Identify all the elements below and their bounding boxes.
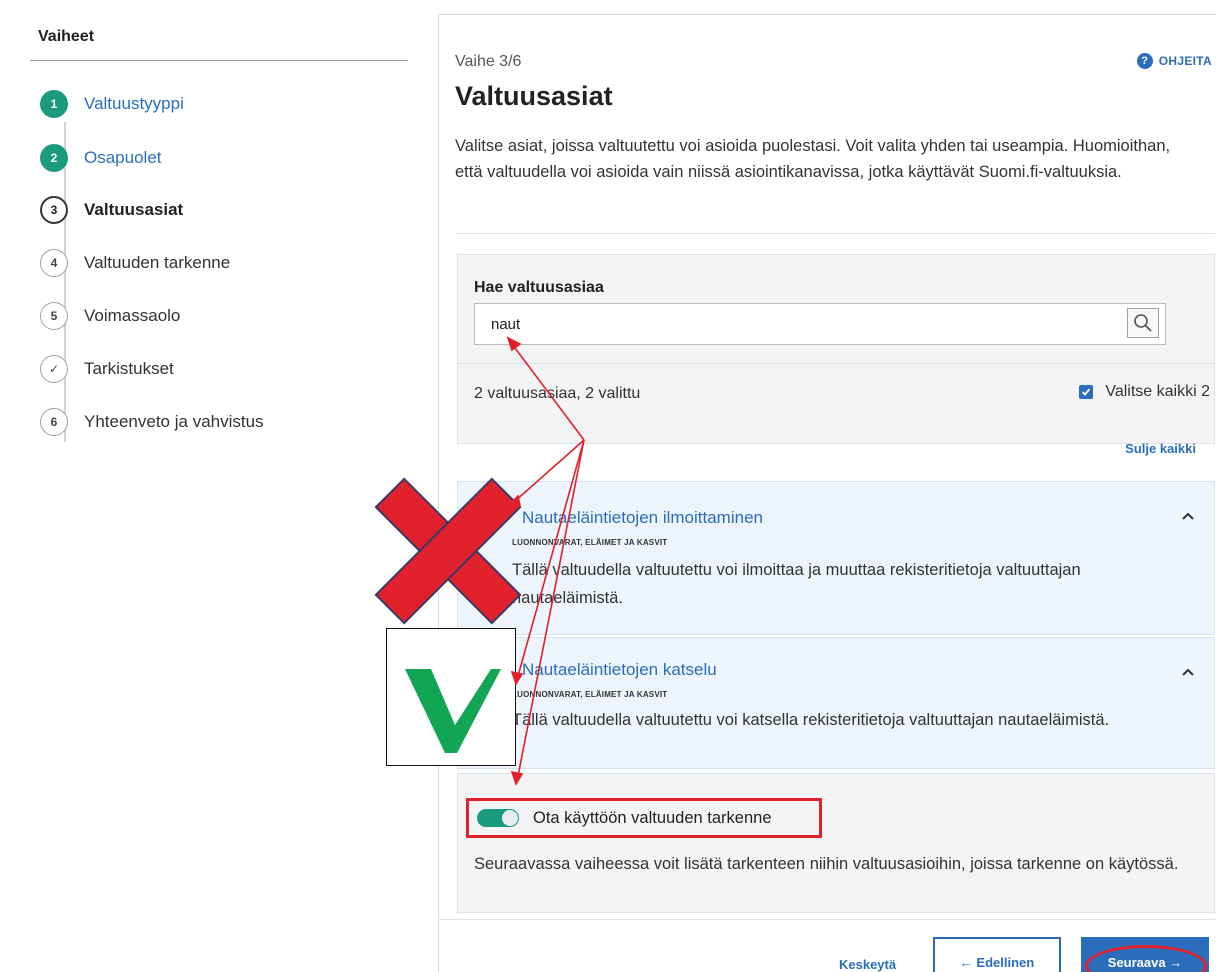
step-marker: 3 bbox=[40, 196, 68, 224]
close-all-link[interactable]: Sulje kaikki bbox=[1125, 441, 1196, 456]
checkmark-annotation-box bbox=[386, 628, 516, 766]
step-item-tarkistukset: ✓ Tarkistukset bbox=[40, 351, 174, 387]
search-field bbox=[474, 303, 1166, 345]
item-category: LUONNONVARAT, ELÄIMET JA KASVIT bbox=[512, 690, 668, 699]
previous-button[interactable]: ← Edellinen bbox=[933, 937, 1061, 972]
step-label: Voimassaolo bbox=[84, 306, 181, 325]
toggle-knob bbox=[502, 810, 518, 826]
toggle-label: Ota käyttöön valtuuden tarkenne bbox=[533, 808, 772, 827]
step-label: Osapuolet bbox=[84, 148, 162, 167]
search-label: Hae valtuusasiaa bbox=[474, 279, 604, 296]
step-marker-check: ✓ bbox=[40, 355, 68, 383]
step-item-voimassaolo: 5 Voimassaolo bbox=[40, 298, 180, 334]
step-label: Valtuuden tarkenne bbox=[84, 253, 231, 272]
toggle-description: Seuraavassa vaiheessa voit lisätä tarken… bbox=[474, 855, 1179, 873]
select-all-checkbox[interactable]: Valitse kaikki 2 bbox=[1079, 383, 1210, 401]
checkbox-checked-icon bbox=[1079, 385, 1094, 399]
footer-divider bbox=[439, 919, 1216, 920]
steps-sidebar: Vaiheet 1 Valtuustyyppi 2 Osapuolet 3 Va… bbox=[30, 0, 408, 972]
search-input[interactable] bbox=[475, 304, 1125, 344]
phase-indicator: Vaihe 3/6 bbox=[455, 53, 522, 70]
step-label: Tarkistukset bbox=[84, 359, 174, 378]
step-label: Valtuusasiat bbox=[84, 200, 184, 219]
main-panel: Vaihe 3/6 ? OHJEITA Valtuusasiat Valitse… bbox=[438, 14, 1216, 972]
page-title: Valtuusasiat bbox=[455, 81, 613, 111]
step-marker: 5 bbox=[40, 302, 68, 330]
step-item-yhteenveto: 6 Yhteenveto ja vahvistus bbox=[40, 404, 264, 440]
search-button[interactable] bbox=[1127, 308, 1159, 338]
item-description: Tällä valtuudella valtuutettu voi katsel… bbox=[512, 711, 1110, 729]
step-marker: 6 bbox=[40, 408, 68, 436]
step-marker: 2 bbox=[40, 144, 68, 172]
step-item-valtuuden-tarkenne: 4 Valtuuden tarkenne bbox=[40, 245, 230, 281]
sidebar-title: Vaiheet bbox=[38, 28, 95, 45]
step-item-valtuustyyppi[interactable]: 1 Valtuustyyppi bbox=[40, 86, 184, 122]
refinement-toggle-highlight: Ota käyttöön valtuuden tarkenne bbox=[466, 798, 822, 838]
result-count: 2 valtuusasiaa, 2 valittu bbox=[474, 385, 641, 402]
authorization-item[interactable]: Nautaeläintietojen ilmoittaminen LUONNON… bbox=[457, 481, 1215, 635]
item-title[interactable]: Nautaeläintietojen katselu bbox=[522, 660, 717, 680]
step-label: Valtuustyyppi bbox=[84, 94, 184, 113]
chevron-up-icon[interactable] bbox=[1180, 508, 1196, 524]
item-title[interactable]: Nautaeläintietojen ilmoittaminen bbox=[522, 508, 763, 528]
result-divider bbox=[458, 363, 1214, 364]
intro-divider bbox=[455, 233, 1215, 234]
step-item-osapuolet[interactable]: 2 Osapuolet bbox=[40, 140, 162, 176]
sidebar-divider bbox=[30, 60, 408, 61]
help-label: OHJEITA bbox=[1158, 54, 1212, 68]
step-marker: 4 bbox=[40, 249, 68, 277]
cancel-button[interactable]: Keskeytä bbox=[839, 957, 896, 972]
refinement-toggle[interactable] bbox=[477, 809, 519, 827]
refinement-section: Ota käyttöön valtuuden tarkenne Seuraava… bbox=[457, 773, 1215, 913]
step-item-valtuusasiat: 3 Valtuusasiat bbox=[40, 192, 183, 228]
search-section: Hae valtuusasiaa 2 valtuusasiaa, 2 valit… bbox=[457, 254, 1215, 444]
item-category: LUONNONVARAT, ELÄIMET JA KASVIT bbox=[512, 538, 668, 547]
search-icon bbox=[1134, 314, 1152, 332]
step-marker: 1 bbox=[40, 90, 68, 118]
intro-text: Valitse asiat, joissa valtuutettu voi as… bbox=[455, 137, 1171, 181]
green-check-icon bbox=[405, 669, 501, 753]
help-link[interactable]: ? OHJEITA bbox=[1136, 53, 1212, 69]
item-description: Tällä valtuudella valtuutettu voi ilmoit… bbox=[512, 561, 1081, 607]
question-icon: ? bbox=[1136, 53, 1153, 69]
select-all-label: Valitse kaikki 2 bbox=[1105, 383, 1210, 400]
authorization-item[interactable]: Nautaeläintietojen katselu LUONNONVARAT,… bbox=[457, 637, 1215, 769]
chevron-up-icon[interactable] bbox=[1180, 664, 1196, 680]
step-label: Yhteenveto ja vahvistus bbox=[84, 412, 264, 431]
